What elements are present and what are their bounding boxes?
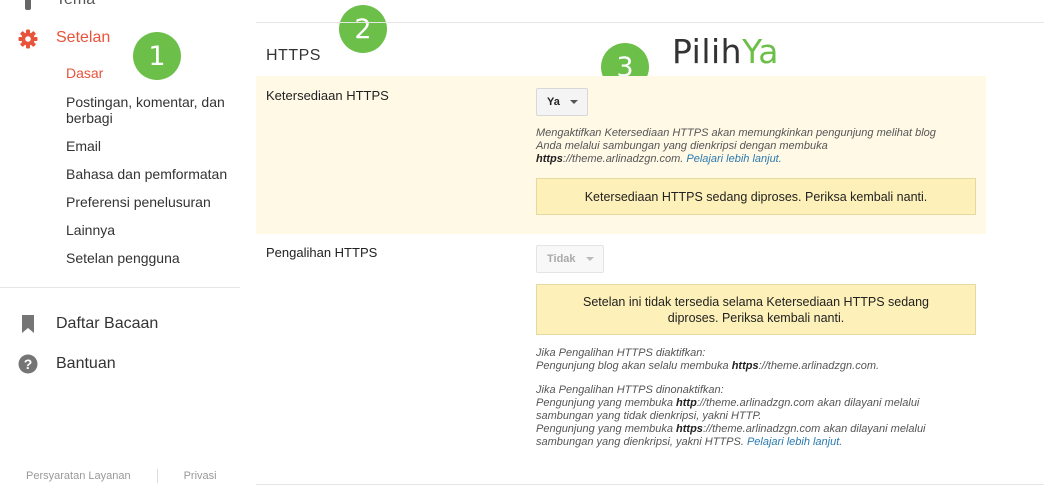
sub-item-bahasa[interactable]: Bahasa dan pemformatan	[66, 166, 227, 182]
pilih-annotation: PilihYa	[672, 32, 779, 71]
redirect-off-l1-bold: http	[676, 397, 697, 409]
redirect-on-title: Jika Pengalihan HTTPS diaktifkan:	[536, 347, 706, 359]
sub-item-postingan[interactable]: Postingan, komentar, dan	[66, 94, 225, 110]
redirect-off-l1-pre: Pengunjung yang membuka	[536, 397, 677, 409]
nav-label-tema: Tema	[56, 0, 95, 9]
availability-description: Mengaktifkan Ketersediaan HTTPS akan mem…	[536, 127, 936, 166]
redirect-on-bold: https	[731, 360, 759, 372]
availability-desc-bold: https	[536, 153, 563, 165]
availability-desc-line3: https://theme.arlinadzgn.com. Pelajari l…	[536, 153, 936, 166]
redirect-notice: Setelan ini tidak tersedia selama Keters…	[536, 284, 976, 335]
redirect-on-pre: Pengunjung blog akan selalu membuka	[536, 360, 732, 372]
redirect-label: Pengalihan HTTPS	[266, 245, 378, 260]
availability-desc-url: ://theme.arlinadzgn.com.	[562, 153, 684, 165]
learn-more-link-2[interactable]: Pelajari lebih lanjut.	[747, 436, 842, 448]
redirect-off-l3-post: ://theme.arlinadzgn.com akan dilayani me…	[702, 423, 926, 435]
redirect-select[interactable]: Tidak	[536, 245, 604, 273]
redirect-off-l1-post: ://theme.arlinadzgn.com akan dilayani me…	[696, 397, 920, 409]
sidebar-footer: Persyaratan Layanan Privasi	[26, 469, 217, 483]
redirect-on-post: ://theme.arlinadzgn.com.	[758, 360, 880, 372]
section-title: HTTPS	[266, 47, 321, 64]
chevron-down-icon	[585, 257, 594, 261]
redirect-off-line4: sambungan yang dienkripsi, yakni HTTPS. …	[536, 436, 926, 449]
redirect-off-line1: Pengunjung yang membuka http://theme.arl…	[536, 397, 926, 410]
availability-select-value: Ya	[547, 96, 560, 108]
redirect-off-title: Jika Pengalihan HTTPS dinonaktifkan:	[536, 384, 724, 396]
step-badge-2: 2	[339, 5, 387, 53]
sub-item-lainnya[interactable]: Lainnya	[66, 222, 115, 238]
nav-label-bantuan: Bantuan	[56, 355, 116, 372]
privacy-link[interactable]: Privasi	[184, 470, 217, 482]
help-icon: ?	[18, 354, 38, 374]
redirect-off-line3: Pengunjung yang membuka https://theme.ar…	[536, 423, 926, 436]
footer-divider	[256, 484, 1044, 485]
availability-notice: Ketersediaan HTTPS sedang diproses. Peri…	[536, 178, 976, 215]
availability-desc-line1: Mengaktifkan Ketersediaan HTTPS akan mem…	[536, 127, 936, 139]
sub-item-preferensi[interactable]: Preferensi penelusuran	[66, 194, 211, 210]
sub-item-postingan-cont[interactable]: berbagi	[66, 110, 113, 126]
redirect-off-description: Jika Pengalihan HTTPS dinonaktifkan: Pen…	[536, 384, 926, 449]
footer-separator	[156, 469, 158, 483]
sub-item-pengguna[interactable]: Setelan pengguna	[66, 250, 180, 266]
redirect-off-line2: sambungan yang tidak dienkripsi, yakni H…	[536, 410, 762, 422]
palette-icon	[18, 0, 38, 10]
svg-text:?: ?	[24, 356, 33, 372]
redirect-off-l4-text: sambungan yang dienkripsi, yakni HTTPS.	[536, 436, 744, 448]
terms-link[interactable]: Persyaratan Layanan	[26, 470, 131, 482]
bookmark-icon	[18, 314, 38, 334]
nav-label-setelan: Setelan	[56, 29, 111, 46]
redirect-off-l3-bold: https	[676, 423, 703, 435]
redirect-on-description: Jika Pengalihan HTTPS diaktifkan: Pengun…	[536, 347, 879, 373]
sidebar: Tema Setelan Dasar Postingan, k	[0, 0, 240, 486]
availability-label: Ketersediaan HTTPS	[266, 88, 389, 103]
sub-item-email[interactable]: Email	[66, 138, 101, 154]
redirect-notice-line1: Setelan ini tidak tersedia selama Keters…	[582, 294, 930, 309]
nav-label-daftar: Daftar Bacaan	[56, 315, 159, 332]
sub-item-dasar[interactable]: Dasar	[66, 65, 103, 81]
pilih-ya-text: Ya	[742, 32, 779, 71]
availability-select[interactable]: Ya	[536, 88, 588, 116]
learn-more-link[interactable]: Pelajari lebih lanjut.	[686, 153, 781, 165]
gear-icon	[18, 29, 38, 49]
availability-desc-line2: Anda melalui sambungan yang dienkripsi d…	[536, 140, 828, 152]
redirect-on-text: Pengunjung blog akan selalu membuka http…	[536, 360, 879, 373]
redirect-notice-line2: diproses. Periksa kembali nanti.	[667, 310, 845, 325]
pilih-text: Pilih	[672, 32, 743, 71]
sidebar-divider	[0, 287, 240, 288]
chevron-down-icon	[569, 100, 578, 104]
step-badge-1: 1	[133, 32, 181, 80]
redirect-off-l3-pre: Pengunjung yang membuka	[536, 423, 677, 435]
header-divider	[256, 22, 1044, 23]
redirect-select-value: Tidak	[547, 253, 576, 265]
